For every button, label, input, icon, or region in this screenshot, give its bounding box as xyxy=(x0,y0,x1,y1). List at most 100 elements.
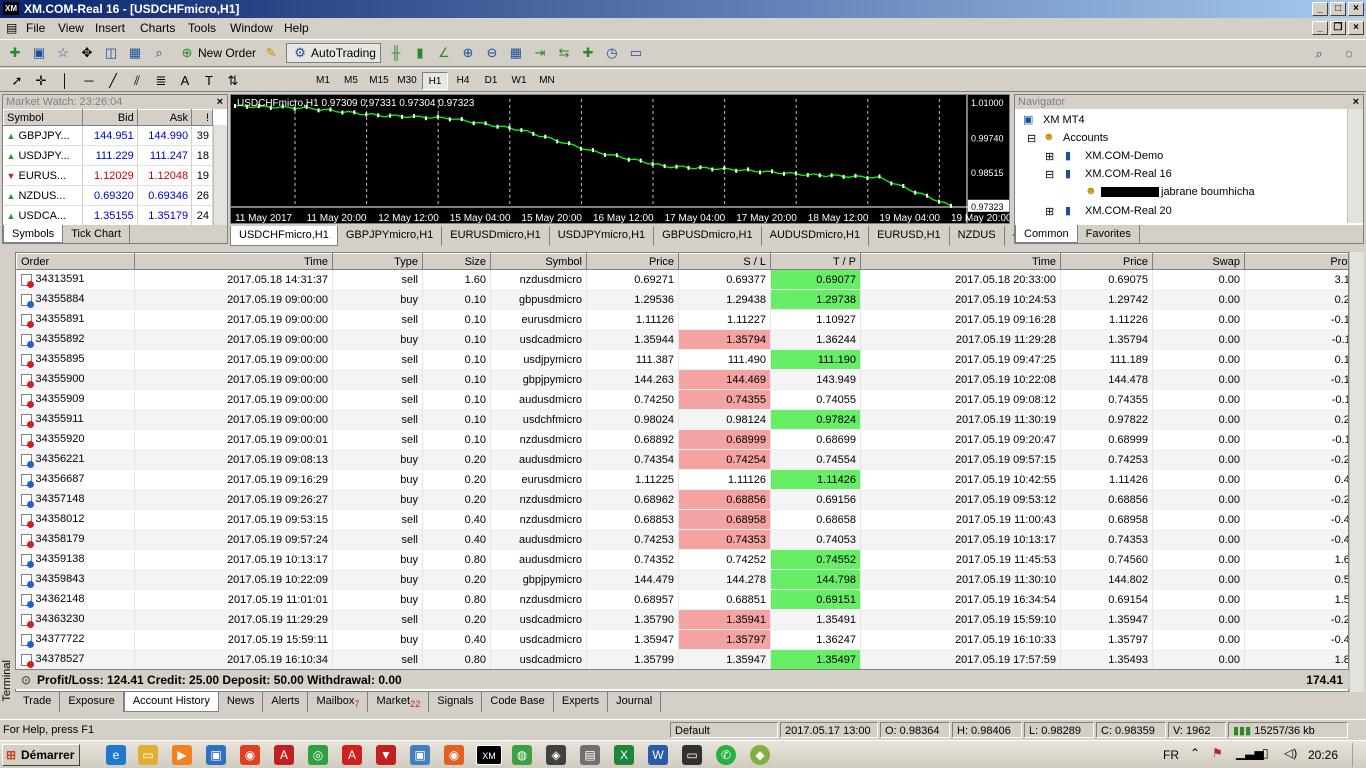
market-watch-scrollbar[interactable] xyxy=(213,125,227,225)
order-row[interactable]: 34378527 2017.05.19 16:10:34 sell 0.80 usdca… xyxy=(16,649,1348,670)
orders-header[interactable]: Price xyxy=(586,253,679,270)
whatsapp-icon[interactable]: ✆ xyxy=(716,745,736,765)
community-icon[interactable]: ◌ xyxy=(1340,45,1358,63)
explorer-icon[interactable]: ▭ xyxy=(138,745,158,765)
terminal-tab[interactable]: Journal xyxy=(608,692,662,712)
order-row[interactable]: 34355920 2017.05.19 09:00:01 sell 0.10 nzdus… xyxy=(16,429,1348,450)
terminal-tab[interactable]: Mailbox7 xyxy=(308,692,369,712)
app-icon[interactable]: ◍ xyxy=(512,745,532,765)
mw-row[interactable]: ▲ GBPJPY... 144.951 144.990 39 xyxy=(3,125,213,146)
mw-row[interactable]: ▲ USDCA... 1.35155 1.35179 24 xyxy=(3,205,213,226)
tab-tick-chart[interactable]: Tick Chart xyxy=(63,225,130,243)
line-chart-icon[interactable]: ∠ xyxy=(435,44,453,62)
templates-icon[interactable]: ▭ xyxy=(627,44,645,62)
orders-header[interactable]: Time xyxy=(134,253,333,270)
navigator-close-icon[interactable]: × xyxy=(1353,95,1359,109)
mw-row[interactable]: ▲ USDJPY... 111.229 111.247 18 xyxy=(3,145,213,166)
app-icon[interactable]: ▣ xyxy=(410,745,430,765)
label-icon[interactable]: T xyxy=(200,72,218,90)
tf-d1[interactable]: D1 xyxy=(478,72,504,90)
tf-mn[interactable]: MN xyxy=(534,72,560,90)
mt4-taskbar-icon[interactable]: XM xyxy=(476,745,502,765)
chart-shift-icon[interactable]: ⇥ xyxy=(531,44,549,62)
status-profile[interactable]: Default xyxy=(670,722,778,738)
candlestick-icon[interactable]: ▮ xyxy=(411,44,429,62)
chart-tab-gbpjpy[interactable]: GBPJPYmicro,H1 xyxy=(338,226,443,246)
market-watch-close-icon[interactable]: × xyxy=(217,95,223,109)
navigator-scrollbar[interactable] xyxy=(1347,109,1363,223)
metaeditor-icon[interactable]: ✎ xyxy=(262,44,280,62)
orders-header[interactable]: Price xyxy=(1060,253,1153,270)
strategy-tester-icon[interactable]: ⌕ xyxy=(150,44,168,62)
order-row[interactable]: 34363230 2017.05.19 11:29:29 sell 0.20 usdca… xyxy=(16,609,1348,630)
order-row[interactable]: 34377722 2017.05.19 15:59:11 buy 0.40 usdcad… xyxy=(16,629,1348,650)
nav-xm-real16[interactable]: XM.COM-Real 16 xyxy=(1085,168,1172,180)
flag-icon[interactable]: ⚑ xyxy=(1212,746,1223,760)
terminal-tab[interactable]: Account History xyxy=(123,692,219,712)
tf-h4[interactable]: H4 xyxy=(450,72,476,90)
nav-real20-toggle-icon[interactable]: ⊞ xyxy=(1045,205,1054,218)
menu-insert[interactable]: Insert xyxy=(95,21,125,35)
close-button[interactable]: × xyxy=(1348,2,1364,16)
periods-icon[interactable]: ◷ xyxy=(603,44,621,62)
excel-icon[interactable]: X xyxy=(614,745,634,765)
app-icon[interactable]: ▤ xyxy=(580,745,600,765)
mw-row[interactable]: ▲ NZDUS... 0.69320 0.69346 26 xyxy=(3,185,213,206)
order-row[interactable]: 34355909 2017.05.19 09:00:00 sell 0.10 audus… xyxy=(16,389,1348,410)
channel-icon[interactable]: ⫽ xyxy=(128,72,146,90)
mw-header-spread[interactable]: ! xyxy=(191,109,213,126)
word-icon[interactable]: W xyxy=(648,745,668,765)
menu-help[interactable]: Help xyxy=(284,21,309,35)
tf-h1[interactable]: H1 xyxy=(422,72,448,90)
chart-tab-eurusd[interactable]: EURUSDmicro,H1 xyxy=(442,226,550,246)
bar-chart-icon[interactable]: ╫ xyxy=(387,44,405,62)
minimize-button[interactable]: _ xyxy=(1312,2,1328,16)
navigator-icon[interactable]: ◫ xyxy=(102,44,120,62)
order-row[interactable]: 34313591 2017.05.18 14:31:37 sell 1.60 nzdus… xyxy=(16,269,1348,290)
child-minimize-button[interactable]: _ xyxy=(1312,21,1328,35)
app-icon[interactable]: ▭ xyxy=(682,745,702,765)
terminal-tab[interactable]: Experts xyxy=(554,692,609,712)
tf-m5[interactable]: M5 xyxy=(338,72,364,90)
tf-m30[interactable]: M30 xyxy=(394,72,420,90)
chart-tab-audusd[interactable]: AUDUSDmicro,H1 xyxy=(762,226,870,246)
new-order-button[interactable]: ⊕ New Order xyxy=(178,44,256,62)
order-row[interactable]: 34357148 2017.05.19 09:26:27 buy 0.20 nzdusd… xyxy=(16,489,1348,510)
text-icon[interactable]: A xyxy=(176,72,194,90)
menu-view[interactable]: View xyxy=(58,21,84,35)
orders-header[interactable]: Size xyxy=(422,253,491,270)
mw-header-ask[interactable]: Ask xyxy=(136,109,193,126)
order-row[interactable]: 34355892 2017.05.19 09:00:00 buy 0.10 usdcad… xyxy=(16,329,1348,350)
terminal-tab[interactable]: Signals xyxy=(429,692,483,712)
child-restore-button[interactable]: ❐ xyxy=(1330,21,1346,35)
maximize-button[interactable]: □ xyxy=(1330,2,1346,16)
orders-header[interactable]: Time xyxy=(860,253,1061,270)
terminal-tab[interactable]: Trade xyxy=(15,692,61,712)
terminal-icon[interactable]: ▦ xyxy=(126,44,144,62)
orders-header[interactable]: Symbol xyxy=(490,253,587,270)
start-button[interactable]: ⊞ Démarrer xyxy=(2,744,80,766)
mw-header-bid[interactable]: Bid xyxy=(82,109,138,126)
order-row[interactable]: 34355884 2017.05.19 09:00:00 buy 0.10 gbpusd… xyxy=(16,289,1348,310)
terminal-tab[interactable]: Exposure xyxy=(60,692,124,712)
status-traffic[interactable]: ▮▮▮ 15257/36 kb xyxy=(1228,722,1348,738)
app-icon[interactable]: ▼ xyxy=(376,745,396,765)
chart-tab-usdchf[interactable]: USDCHFmicro,H1 xyxy=(230,226,338,246)
profiles-icon[interactable]: ▣ xyxy=(30,44,48,62)
terminal-tab[interactable]: Alerts xyxy=(263,692,309,712)
menu-window[interactable]: Window xyxy=(230,21,273,35)
app-icon[interactable]: ◉ xyxy=(240,745,260,765)
menu-file[interactable]: File xyxy=(26,21,45,35)
orders-header[interactable]: T / P xyxy=(770,253,861,270)
nav-real16-toggle-icon[interactable]: ⊟ xyxy=(1045,168,1054,181)
chart-tab-nzdusd[interactable]: NZDUS xyxy=(950,226,1005,246)
chart-tab-gbpusd[interactable]: GBPUSDmicro,H1 xyxy=(654,226,762,246)
app-icon[interactable]: ◈ xyxy=(546,745,566,765)
mw-header-symbol[interactable]: Symbol xyxy=(2,109,84,126)
market-watch-icon[interactable]: ☆ xyxy=(54,44,72,62)
horizontal-line-icon[interactable]: ─ xyxy=(80,72,98,90)
fibonacci-icon[interactable]: ≣ xyxy=(152,72,170,90)
nav-accounts-toggle-icon[interactable]: ⊟ xyxy=(1027,132,1036,145)
order-row[interactable]: 34362148 2017.05.19 11:01:01 buy 0.80 nzdusd… xyxy=(16,589,1348,610)
nav-xm-real20[interactable]: XM.COM-Real 20 xyxy=(1085,205,1172,217)
